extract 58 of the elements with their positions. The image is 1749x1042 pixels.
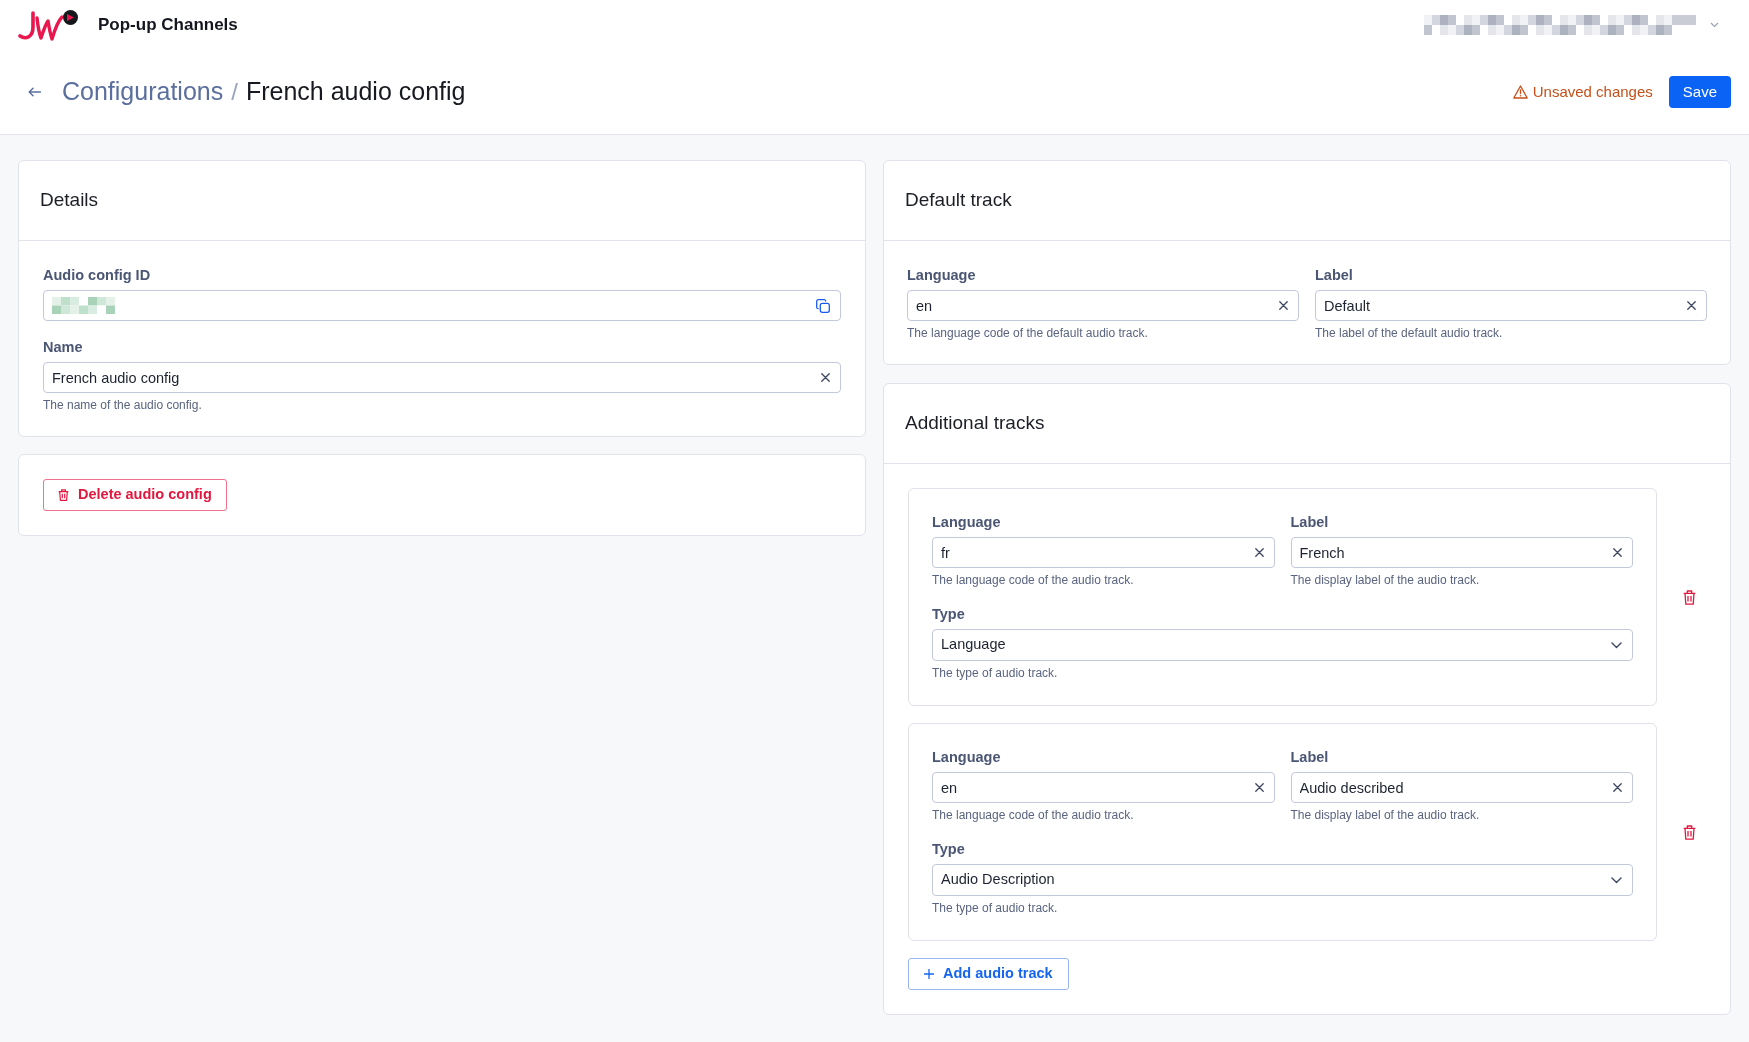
- clear-icon[interactable]: [1613, 783, 1622, 792]
- card-title: Default track: [905, 188, 1012, 213]
- help-text: The language code of the audio track.: [932, 808, 1135, 822]
- clear-icon[interactable]: [821, 373, 830, 382]
- field-label: Label: [1290, 513, 1330, 531]
- help-text: The name of the audio config.: [43, 398, 203, 412]
- field-label: Label: [1290, 748, 1330, 766]
- text-field[interactable]: en: [907, 290, 1299, 321]
- help-text: The type of audio track.: [932, 901, 1059, 915]
- field-label: Type: [932, 840, 966, 858]
- save-button[interactable]: Save: [1668, 76, 1731, 108]
- help-text: The language code of the audio track.: [932, 573, 1135, 587]
- help-text: The display label of the audio track.: [1290, 573, 1481, 587]
- back-arrow-icon[interactable]: [28, 87, 41, 97]
- copy-icon[interactable]: [816, 298, 830, 313]
- help-text: The language code of the default audio track.: [907, 326, 1149, 340]
- text-field[interactable]: Audio described: [1290, 772, 1633, 803]
- id-field[interactable]: [43, 290, 841, 321]
- card-title: Details: [40, 188, 99, 213]
- type-dropdown[interactable]: Audio Description: [932, 864, 1633, 896]
- field-label: Audio config ID: [43, 266, 152, 284]
- field-label: Type: [932, 605, 966, 623]
- clear-icon[interactable]: [1687, 301, 1696, 310]
- clear-icon[interactable]: [1254, 548, 1264, 557]
- help-text: The type of audio track.: [932, 666, 1059, 680]
- warning-icon: [1512, 85, 1528, 99]
- pixelated-value-block: [52, 297, 115, 314]
- type-dropdown[interactable]: Language: [932, 629, 1633, 661]
- field-label: Name: [43, 338, 84, 356]
- field-label: Language: [907, 266, 977, 284]
- clear-icon[interactable]: [1254, 783, 1264, 792]
- unsaved-changes-status: Unsaved changes: [1532, 81, 1653, 102]
- breadcrumb-separator: /: [231, 77, 238, 107]
- text-field[interactable]: French: [1290, 537, 1633, 568]
- text-field[interactable]: French audio config: [43, 362, 841, 393]
- field-label: Label: [1315, 266, 1354, 284]
- app-name: Pop-up Channels: [98, 14, 238, 37]
- help-text: The label of the default audio track.: [1315, 326, 1504, 340]
- chevron-down-icon[interactable]: [1611, 876, 1622, 884]
- breadcrumb-link[interactable]: Configurations: [62, 73, 224, 111]
- delete-button[interactable]: Delete audio config: [43, 479, 227, 511]
- chevron-down-icon[interactable]: [1611, 641, 1622, 649]
- trash-icon[interactable]: [1683, 824, 1696, 840]
- text-field[interactable]: fr: [932, 537, 1275, 568]
- trash-icon: [58, 489, 69, 501]
- page-title: French audio config: [245, 76, 466, 108]
- text-field[interactable]: en: [932, 772, 1275, 803]
- add-audio-track-button[interactable]: Add audio track: [908, 958, 1069, 990]
- logo-icon: [18, 9, 79, 41]
- card-title: Additional tracks: [905, 411, 1045, 436]
- field-label: Language: [932, 513, 1002, 531]
- plus-icon: [924, 969, 934, 979]
- text-field[interactable]: Default: [1315, 290, 1707, 321]
- clear-icon[interactable]: [1279, 301, 1288, 310]
- clear-icon[interactable]: [1613, 548, 1622, 557]
- help-text: The display label of the audio track.: [1290, 808, 1481, 822]
- trash-icon[interactable]: [1683, 589, 1696, 605]
- field-label: Language: [932, 748, 1002, 766]
